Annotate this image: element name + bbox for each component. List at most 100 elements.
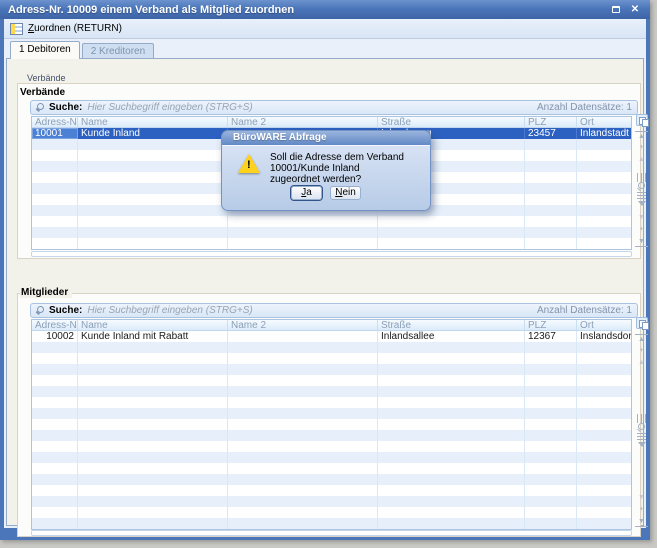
- sort-icon[interactable]: [637, 433, 646, 442]
- scroll-bottom-icon[interactable]: ▼: [635, 237, 648, 247]
- search-placeholder: Hier Suchbegriff eingeben (STRG+S): [87, 305, 537, 316]
- app-window: Adress-Nr. 10009 einem Verband als Mitgl…: [0, 0, 650, 540]
- cell-ort: Inslandsdorf: [577, 331, 631, 342]
- cell-plz: 23457: [525, 128, 577, 139]
- cell-ort: Inlandstadt: [577, 128, 631, 139]
- column-header-name[interactable]: Name: [78, 117, 228, 127]
- table-row-empty: [32, 518, 631, 529]
- table-row-empty: [32, 238, 631, 249]
- row-insert-down-icon[interactable]: +: [635, 505, 648, 515]
- cell-adressnr: 10001: [32, 128, 78, 139]
- scroll-up-icon[interactable]: ▲: [635, 358, 648, 368]
- mitglieder-table: Adress-Nr. Name Name 2 Straße PLZ Ort 10…: [31, 319, 632, 530]
- copy-row-icon[interactable]: [636, 317, 648, 329]
- columns-icon[interactable]: [637, 173, 646, 182]
- table-row-empty: [32, 452, 631, 463]
- table-row-empty: [32, 216, 631, 227]
- table-row-empty: [32, 342, 631, 353]
- table-row-empty: [32, 353, 631, 364]
- restore-button[interactable]: [609, 4, 623, 16]
- search-icon: [36, 306, 45, 315]
- verbaende-table-header: Adress-Nr. Name Name 2 Straße PLZ Ort: [32, 117, 631, 128]
- record-count: Anzahl Datensätze: 1: [537, 102, 632, 113]
- search-table-icon[interactable]: [637, 182, 647, 192]
- tab-strip: 1 Debitoren 2 Kreditoren: [4, 40, 646, 59]
- table-row[interactable]: 10002 Kunde Inland mit Rabatt Inlandsall…: [32, 331, 631, 342]
- column-header-strasse[interactable]: Straße: [378, 320, 525, 330]
- warning-icon: [238, 154, 260, 173]
- verbaende-fieldset-legend: Verbände: [24, 73, 69, 83]
- window-titlebar[interactable]: Adress-Nr. 10009 einem Verband als Mitgl…: [0, 0, 650, 19]
- close-icon: ✕: [631, 5, 639, 15]
- mitglieder-hscrollbar[interactable]: [31, 530, 632, 536]
- mitglieder-search-input[interactable]: Suche: Hier Suchbegriff eingeben (STRG+S…: [30, 303, 638, 318]
- dialog-body: Soll die Adresse dem Verband 10001/Kunde…: [221, 145, 431, 211]
- columns-icon[interactable]: [637, 414, 646, 423]
- window-client-area: Zuordnen (RETURN) 1 Debitoren 2 Kreditor…: [4, 19, 646, 528]
- table-row-empty: [32, 507, 631, 518]
- verbaende-heading: Verbände: [20, 87, 65, 98]
- verbaende-search-input[interactable]: Suche: Hier Suchbegriff eingeben (STRG+S…: [30, 100, 638, 115]
- column-header-name2[interactable]: Name 2: [228, 117, 378, 127]
- cell-plz: 12367: [525, 331, 577, 342]
- filter-icon[interactable]: [638, 201, 646, 206]
- row-insert-up-icon[interactable]: +: [635, 143, 648, 153]
- tab-debitoren[interactable]: 1 Debitoren: [10, 41, 80, 59]
- cell-strasse: Inlandsallee: [378, 331, 525, 342]
- verbaende-table-controls: ▲ + ▲ ▼ + ▼: [634, 114, 649, 248]
- yes-button[interactable]: Ja: [291, 186, 322, 200]
- mitglieder-table-controls: ▲ + ▲ ▼ + ▼: [634, 317, 649, 528]
- table-row-empty: [32, 364, 631, 375]
- cell-adressnr: 10002: [32, 331, 78, 342]
- tab-kreditoren[interactable]: 2 Kreditoren: [82, 43, 154, 59]
- dialog-titlebar[interactable]: BüroWARE Abfrage: [221, 130, 431, 145]
- scroll-down-icon[interactable]: ▼: [635, 213, 648, 223]
- verbaende-hscrollbar[interactable]: [31, 251, 632, 257]
- column-header-adressnr[interactable]: Adress-Nr.: [32, 320, 78, 330]
- row-insert-down-icon[interactable]: +: [635, 225, 648, 235]
- column-header-ort[interactable]: Ort: [577, 320, 631, 330]
- row-insert-up-icon[interactable]: +: [635, 346, 648, 356]
- column-header-name[interactable]: Name: [78, 320, 228, 330]
- scroll-bottom-icon[interactable]: ▼: [635, 517, 648, 527]
- cell-name: Kunde Inland: [78, 128, 228, 139]
- search-label: Suche:: [49, 102, 82, 113]
- window-title: Adress-Nr. 10009 einem Verband als Mitgl…: [8, 4, 604, 16]
- no-button[interactable]: Nein: [330, 186, 361, 200]
- scroll-top-icon[interactable]: ▲: [635, 131, 648, 141]
- table-row-empty: [32, 397, 631, 408]
- scroll-down-icon[interactable]: ▼: [635, 493, 648, 503]
- mitglieder-heading: Mitglieder: [20, 287, 72, 298]
- table-row-empty: [32, 386, 631, 397]
- table-row-empty: [32, 463, 631, 474]
- sort-icon[interactable]: [637, 192, 646, 201]
- cell-name: Kunde Inland mit Rabatt: [78, 331, 228, 342]
- toolbar: Zuordnen (RETURN): [4, 19, 646, 39]
- table-row-empty: [32, 227, 631, 238]
- copy-row-icon[interactable]: [636, 114, 648, 126]
- table-row-empty: [32, 419, 631, 430]
- table-row-empty: [32, 441, 631, 452]
- dialog-message: Soll die Adresse dem Verband 10001/Kunde…: [270, 152, 428, 185]
- filter-icon[interactable]: [638, 442, 646, 447]
- restore-icon: [612, 6, 620, 13]
- table-row-empty: [32, 496, 631, 507]
- search-table-icon[interactable]: [637, 423, 647, 433]
- column-header-plz[interactable]: PLZ: [525, 320, 577, 330]
- table-row-empty: [32, 375, 631, 386]
- scroll-up-icon[interactable]: ▲: [635, 155, 648, 165]
- scroll-top-icon[interactable]: ▲: [635, 334, 648, 344]
- assign-button[interactable]: Zuordnen (RETURN): [28, 23, 122, 34]
- table-row-empty: [32, 485, 631, 496]
- cell-name2: [228, 331, 378, 342]
- column-header-name2[interactable]: Name 2: [228, 320, 378, 330]
- dialog-button-row: Ja Nein: [222, 186, 430, 200]
- record-count: Anzahl Datensätze: 1: [537, 305, 632, 316]
- column-header-plz[interactable]: PLZ: [525, 117, 577, 127]
- table-row-empty: [32, 408, 631, 419]
- column-header-ort[interactable]: Ort: [577, 117, 631, 127]
- close-button[interactable]: ✕: [628, 4, 642, 16]
- search-label: Suche:: [49, 305, 82, 316]
- column-header-adressnr[interactable]: Adress-Nr.: [32, 117, 78, 127]
- column-header-strasse[interactable]: Straße: [378, 117, 525, 127]
